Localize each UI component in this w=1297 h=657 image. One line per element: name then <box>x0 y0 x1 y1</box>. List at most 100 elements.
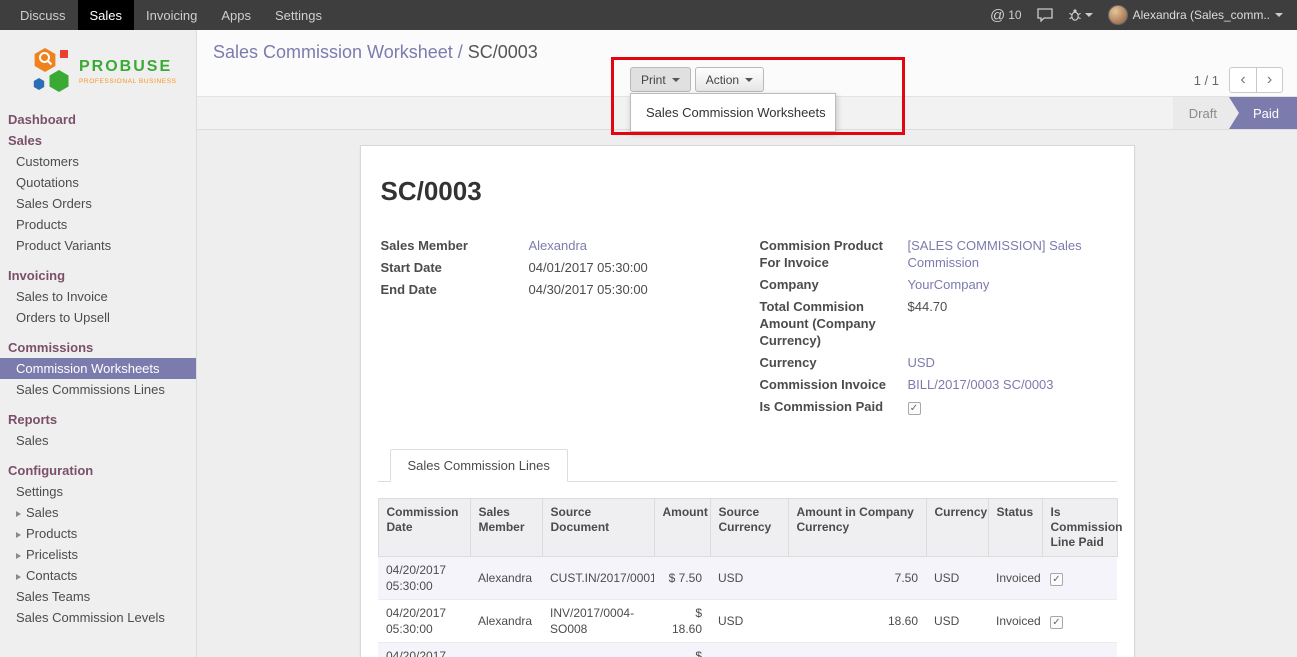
col-header-commission-date[interactable]: Commission Date <box>378 499 470 557</box>
table-header-row: Commission Date Sales Member Source Docu… <box>378 499 1117 557</box>
sidebar-item-products[interactable]: Products <box>0 214 196 235</box>
line-paid-checkbox: ✓ <box>1050 573 1063 586</box>
dropdown-item-sales-commission-worksheets[interactable]: Sales Commission Worksheets <box>631 98 835 127</box>
control-panel: Sales Commission Worksheet/SC/0003 Print… <box>197 30 1297 97</box>
col-header-currency[interactable]: Currency <box>926 499 988 557</box>
brand-logo[interactable]: PROBUSE PROFESSIONAL BUSINESS <box>0 30 196 107</box>
sidebar-item-sales-to-invoice[interactable]: Sales to Invoice <box>0 286 196 307</box>
topnav-item-settings[interactable]: Settings <box>263 0 334 30</box>
sidebar-item-label: Products <box>26 526 77 541</box>
field-value-company[interactable]: YourCompany <box>908 276 1117 293</box>
brand-name: PROBUSE <box>79 58 177 76</box>
messages-icon[interactable] <box>1037 8 1053 22</box>
table-row[interactable]: 04/20/2017 10:35:53 Alexandra SO008 $ 18… <box>378 643 1117 657</box>
field-label-start-date: Start Date <box>381 259 521 276</box>
sidebar-item-sales-commissions-lines[interactable]: Sales Commissions Lines <box>0 379 196 400</box>
field-value-commission-product[interactable]: [SALES COMMISSION] Sales Commission <box>908 237 1117 271</box>
col-header-source-document[interactable]: Source Document <box>542 499 654 557</box>
topnav-item-apps[interactable]: Apps <box>209 0 263 30</box>
sidebar-item-customers[interactable]: Customers <box>0 151 196 172</box>
sidebar-item-config-contacts[interactable]: Contacts <box>0 565 196 586</box>
cell-sales-member: Alexandra <box>470 643 542 657</box>
chevron-down-icon <box>745 78 753 82</box>
sidebar-item-sales-teams[interactable]: Sales Teams <box>0 586 196 607</box>
sidebar-section-commissions[interactable]: Commissions <box>0 337 196 358</box>
cell-currency: USD <box>926 643 988 657</box>
cell-company-amount: 18.60 <box>788 643 926 657</box>
user-menu[interactable]: Alexandra (Sales_comm.. <box>1108 5 1283 25</box>
field-group-left: Sales Member Alexandra Start Date 04/01/… <box>381 237 738 415</box>
brand-tagline: PROFESSIONAL BUSINESS <box>79 78 177 85</box>
sidebar-item-commission-worksheets[interactable]: Commission Worksheets <box>0 358 196 379</box>
field-value-end-date: 04/30/2017 05:30:00 <box>529 281 738 298</box>
sidebar-section-configuration[interactable]: Configuration <box>0 460 196 481</box>
sidebar-item-quotations[interactable]: Quotations <box>0 172 196 193</box>
col-header-is-commission-line-paid[interactable]: Is Commission Line Paid <box>1042 499 1117 557</box>
top-menu: Discuss Sales Invoicing Apps Settings <box>0 0 334 30</box>
cell-line-paid: ✓ <box>1042 557 1117 600</box>
sidebar-section-sales[interactable]: Sales <box>0 130 196 151</box>
topnav-item-invoicing[interactable]: Invoicing <box>134 0 209 30</box>
sidebar-section-reports[interactable]: Reports <box>0 409 196 430</box>
field-value-sales-member[interactable]: Alexandra <box>529 237 738 254</box>
cell-status: Invoiced <box>988 557 1042 600</box>
pager-counter: 1 / 1 <box>1194 73 1219 88</box>
line-paid-checkbox: ✓ <box>1050 616 1063 629</box>
cell-sales-member: Alexandra <box>470 557 542 600</box>
sidebar-item-config-sales[interactable]: Sales <box>0 502 196 523</box>
sidebar: PROBUSE PROFESSIONAL BUSINESS Dashboard … <box>0 30 197 657</box>
topnav-item-sales[interactable]: Sales <box>78 0 135 30</box>
sidebar-item-reports-sales[interactable]: Sales <box>0 430 196 451</box>
status-paid[interactable]: Paid <box>1229 97 1297 129</box>
cell-source-currency: USD <box>710 600 788 643</box>
sidebar-section-invoicing[interactable]: Invoicing <box>0 265 196 286</box>
print-button[interactable]: Print <box>630 67 691 92</box>
sidebar-item-config-settings[interactable]: Settings <box>0 481 196 502</box>
col-header-amount-company-currency[interactable]: Amount in Company Currency <box>788 499 926 557</box>
sidebar-item-config-products[interactable]: Products <box>0 523 196 544</box>
mentions-counter[interactable]: @ 10 <box>990 7 1022 24</box>
field-value-commission-invoice[interactable]: BILL/2017/0003 SC/0003 <box>908 376 1117 393</box>
col-header-sales-member[interactable]: Sales Member <box>470 499 542 557</box>
probuse-logo-icon <box>32 47 72 95</box>
breadcrumb: Sales Commission Worksheet/SC/0003 <box>213 42 538 63</box>
print-button-label: Print <box>641 73 666 87</box>
sidebar-item-dashboard[interactable]: Dashboard <box>0 109 196 130</box>
action-button[interactable]: Action <box>695 67 764 92</box>
mentions-count: 10 <box>1008 8 1021 22</box>
status-draft[interactable]: Draft <box>1173 97 1239 129</box>
field-value-start-date: 04/01/2017 05:30:00 <box>529 259 738 276</box>
field-groups: Sales Member Alexandra Start Date 04/01/… <box>381 237 1117 415</box>
debug-icon[interactable] <box>1068 8 1093 22</box>
pager-previous-button[interactable]: ‹ <box>1229 67 1256 93</box>
field-label-commission-invoice: Commission Invoice <box>760 376 900 393</box>
breadcrumb-parent-link[interactable]: Sales Commission Worksheet <box>213 42 453 62</box>
cell-amount: $ 7.50 <box>654 557 710 600</box>
table-row[interactable]: 04/20/2017 05:30:00 Alexandra INV/2017/0… <box>378 600 1117 643</box>
tab-sales-commission-lines[interactable]: Sales Commission Lines <box>390 449 568 482</box>
col-header-amount[interactable]: Amount <box>654 499 710 557</box>
action-buttons: Print Action <box>630 67 764 92</box>
sidebar-item-product-variants[interactable]: Product Variants <box>0 235 196 256</box>
pager: 1 / 1 ‹ › <box>1194 67 1283 93</box>
cell-currency: USD <box>926 600 988 643</box>
systray: @ 10 Alexandra (Sales_comm.. <box>990 0 1297 30</box>
sidebar-item-sales-commission-levels[interactable]: Sales Commission Levels <box>0 607 196 628</box>
topnav-item-discuss[interactable]: Discuss <box>8 0 78 30</box>
sidebar-item-config-pricelists[interactable]: Pricelists <box>0 544 196 565</box>
field-label-total-commission: Total Commision Amount (Company Currency… <box>760 298 900 349</box>
pager-next-button[interactable]: › <box>1256 67 1283 93</box>
col-header-source-currency[interactable]: Source Currency <box>710 499 788 557</box>
table-row[interactable]: 04/20/2017 05:30:00 Alexandra CUST.IN/20… <box>378 557 1117 600</box>
sidebar-item-sales-orders[interactable]: Sales Orders <box>0 193 196 214</box>
field-label-sales-member: Sales Member <box>381 237 521 254</box>
chevron-down-icon <box>1275 13 1283 17</box>
field-label-is-commission-paid: Is Commission Paid <box>760 398 900 415</box>
expand-icon <box>16 511 21 517</box>
field-label-commission-product: Commision Product For Invoice <box>760 237 900 271</box>
expand-icon <box>16 532 21 538</box>
cell-company-amount: 7.50 <box>788 557 926 600</box>
col-header-status[interactable]: Status <box>988 499 1042 557</box>
field-value-currency[interactable]: USD <box>908 354 1117 371</box>
sidebar-item-orders-to-upsell[interactable]: Orders to Upsell <box>0 307 196 328</box>
